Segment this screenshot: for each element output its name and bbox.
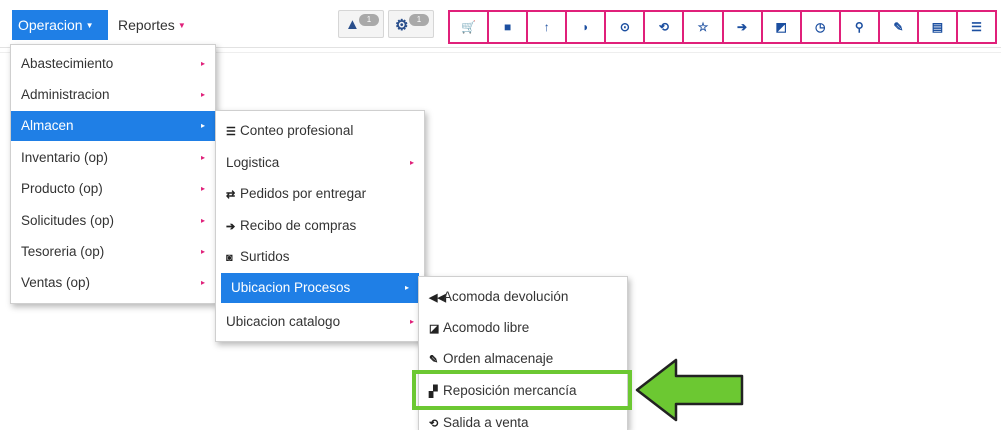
menu-item-label: Ubicacion Procesos bbox=[231, 280, 351, 295]
shield-icon[interactable]: ◗ bbox=[567, 12, 607, 42]
menu-item-label: Ubicacion catalogo bbox=[226, 314, 341, 329]
almacen-submenu: ☰ Conteo profesional Logistica ▸ ⇄ Pedidos … bbox=[215, 110, 425, 342]
clock-icon[interactable]: ◷ bbox=[801, 12, 841, 42]
dolly-icon[interactable]: ↑ bbox=[528, 12, 568, 42]
menu-item-label: Inventario (op) bbox=[21, 150, 109, 165]
menu-item-label: Acomodo libre bbox=[443, 320, 530, 335]
menu-item-label: Recibo de compras bbox=[240, 218, 357, 233]
menu-item-label: Producto (op) bbox=[21, 181, 103, 196]
menu-item-almacen[interactable]: Almacen ▸ bbox=[11, 111, 215, 141]
menu-item-tesoreria[interactable]: Tesoreria (op) ▸ bbox=[11, 237, 215, 267]
menu-item-label: Ventas (op) bbox=[21, 275, 91, 290]
menu-item-label: Salida a venta bbox=[443, 415, 529, 430]
menu-item-label: Pedidos por entregar bbox=[240, 186, 367, 201]
chevron-right-icon: ▸ bbox=[200, 278, 205, 287]
menu-item-label: Acomoda devolución bbox=[443, 289, 569, 304]
menu-item-abastecimiento[interactable]: Abastecimiento ▸ bbox=[11, 49, 215, 79]
return-icon: ⟲ bbox=[429, 418, 439, 430]
menu-item-label: Conteo profesional bbox=[240, 123, 354, 138]
menu-item-label: Surtidos bbox=[240, 249, 290, 264]
nav-reportes-label: Reportes bbox=[118, 17, 175, 33]
tasks-icon: ⚙ bbox=[395, 17, 409, 34]
chevron-right-icon: ▸ bbox=[200, 247, 205, 256]
list-icon: ☰ bbox=[226, 126, 236, 138]
menu-item-recibo-de-compras[interactable]: ➔ Recibo de compras bbox=[216, 211, 424, 241]
operacion-dropdown: Abastecimiento ▸ Administracion ▸ Almacen ▸… bbox=[10, 44, 216, 304]
cart-icon[interactable]: 🛒 bbox=[450, 12, 490, 42]
menu-item-pedidos-por-entregar[interactable]: ⇄ Pedidos por entregar bbox=[216, 179, 424, 209]
notification-button[interactable]: ▲ 1 bbox=[338, 10, 384, 38]
check-circle-icon[interactable]: ⊙ bbox=[606, 12, 646, 42]
quick-toolbar: 🛒 ■ ↑ ◗ ⊙ ⟲ ☆ ➔ ◩ ◷ ⚲ ✎ ▤ ☰ bbox=[448, 10, 997, 44]
menu-item-inventario[interactable]: Inventario (op) ▸ bbox=[11, 143, 215, 173]
menu-item-label: Solicitudes (op) bbox=[21, 213, 115, 228]
chevron-right-icon: ▸ bbox=[200, 184, 205, 193]
return-icon[interactable]: ⟲ bbox=[645, 12, 685, 42]
menu-item-solicitudes[interactable]: Solicitudes (op) ▸ bbox=[11, 206, 215, 236]
edit-icon[interactable]: ✎ bbox=[879, 12, 919, 42]
menu-item-surtidos[interactable]: ◙ Surtidos bbox=[216, 242, 424, 272]
caret-down-icon: ▼ bbox=[85, 21, 94, 31]
edit-icon: ◪ bbox=[429, 323, 440, 335]
map-marker-icon[interactable]: ⚲ bbox=[840, 12, 880, 42]
nav-operacion-label: Operacion bbox=[18, 17, 83, 33]
chevron-right-icon: ▸ bbox=[200, 216, 205, 225]
sign-in-icon[interactable]: ➔ bbox=[723, 12, 763, 42]
menu-item-ubicacion-catalogo[interactable]: Ubicacion catalogo ▸ bbox=[216, 307, 424, 337]
menu-item-acomodo-libre[interactable]: ◪ Acomodo libre bbox=[419, 313, 627, 343]
menu-item-logistica[interactable]: Logistica ▸ bbox=[216, 148, 424, 178]
nav-operacion[interactable]: Operacion ▼ bbox=[12, 10, 108, 40]
chevron-right-icon: ▸ bbox=[404, 283, 409, 292]
menu-item-acomoda-devolucion[interactable]: ◀◀Acomoda devolución bbox=[419, 282, 627, 312]
menu-item-label: Logistica bbox=[226, 155, 280, 170]
nav-reportes[interactable]: Reportes ▼ bbox=[112, 10, 198, 40]
menu-item-producto[interactable]: Producto (op) ▸ bbox=[11, 174, 215, 204]
sign-in-icon: ➔ bbox=[226, 221, 236, 233]
menu-item-label: Administracion bbox=[21, 87, 110, 102]
tasks-count: 1 bbox=[409, 14, 429, 26]
list-icon[interactable]: ☰ bbox=[958, 12, 996, 42]
menu-item-conteo-profesional[interactable]: ☰ Conteo profesional bbox=[216, 116, 424, 146]
menu-item-label: Abastecimiento bbox=[21, 56, 114, 71]
exchange-icon: ⇄ bbox=[226, 189, 236, 201]
tasks-button[interactable]: ⚙ 1 bbox=[388, 10, 434, 38]
menu-item-label: Almacen bbox=[21, 118, 74, 133]
menu-item-label: Orden almacenaje bbox=[443, 351, 554, 366]
highlight-box bbox=[412, 370, 632, 410]
chevron-right-icon: ▸ bbox=[200, 90, 205, 99]
basket-icon: ◙ bbox=[226, 252, 233, 264]
chevron-right-icon: ▸ bbox=[200, 153, 205, 162]
export-icon[interactable]: ◩ bbox=[762, 12, 802, 42]
menu-item-administracion[interactable]: Administracion ▸ bbox=[11, 80, 215, 110]
menu-item-ubicacion-procesos[interactable]: Ubicacion Procesos ▸ bbox=[221, 273, 419, 303]
id-card-icon[interactable]: ▤ bbox=[918, 12, 959, 42]
chevron-right-icon: ▸ bbox=[200, 121, 205, 130]
menu-item-ventas[interactable]: Ventas (op) ▸ bbox=[11, 268, 215, 298]
box-icon[interactable]: ■ bbox=[489, 12, 529, 42]
chevron-right-icon: ▸ bbox=[409, 317, 414, 326]
chevron-right-icon: ▸ bbox=[200, 59, 205, 68]
star-icon[interactable]: ☆ bbox=[684, 12, 724, 42]
warning-icon: ▲ bbox=[345, 16, 360, 33]
menu-item-label: Tesoreria (op) bbox=[21, 244, 105, 259]
chevron-right-icon: ▸ bbox=[409, 158, 414, 167]
caret-down-icon: ▼ bbox=[177, 21, 186, 31]
fast-backward-icon: ◀◀ bbox=[429, 292, 446, 304]
pointer-arrow-icon bbox=[635, 358, 744, 422]
menu-item-salida-a-venta[interactable]: ⟲ Salida a venta bbox=[419, 408, 627, 430]
notification-count: 1 bbox=[359, 14, 379, 26]
